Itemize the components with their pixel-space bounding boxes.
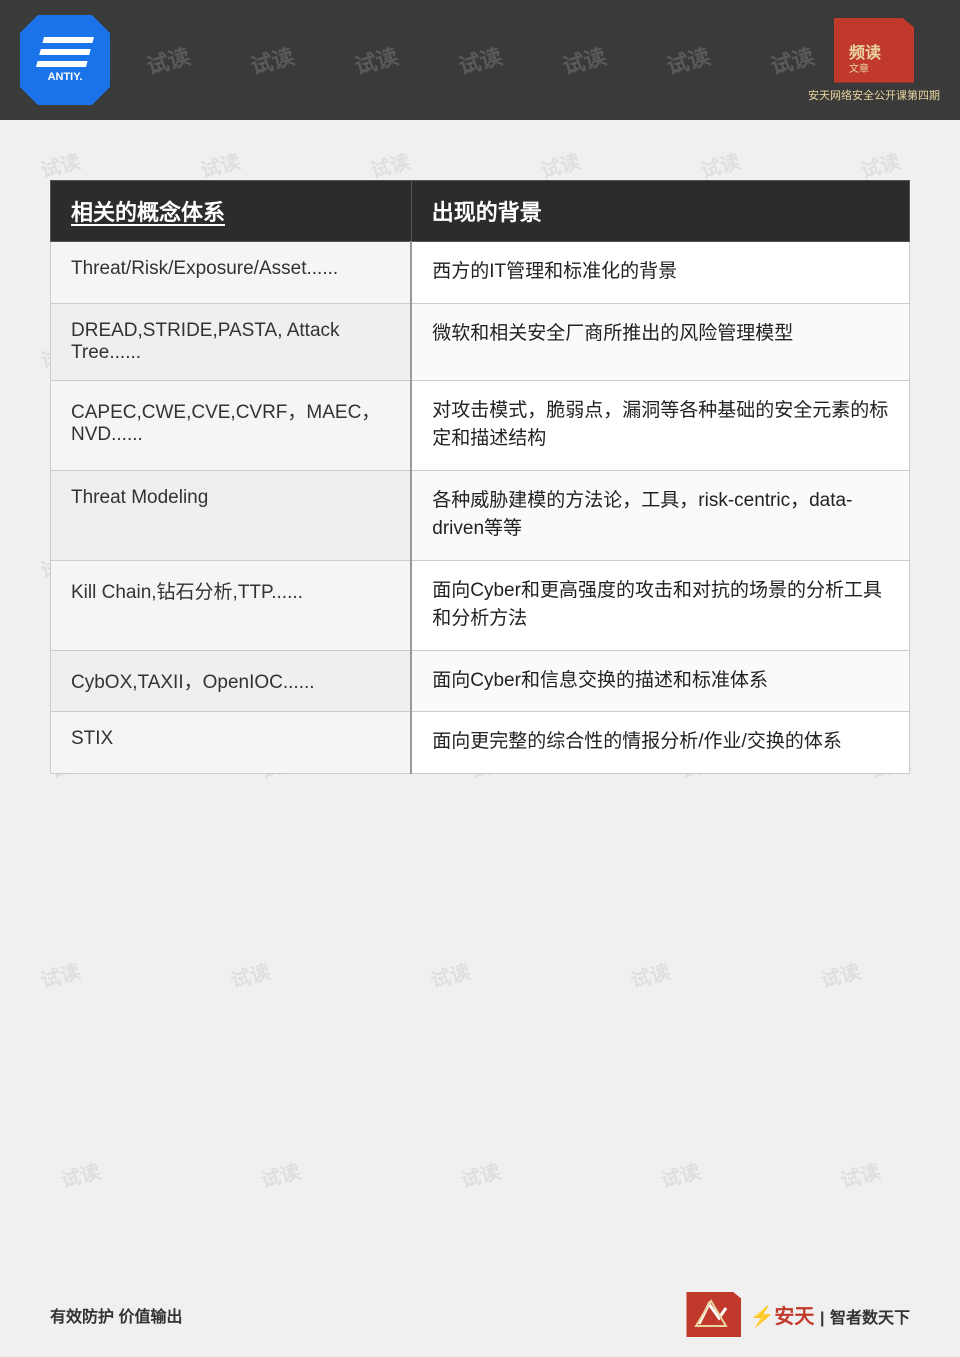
watermark-2: 试读 [247,39,298,81]
table-cell-left-3: Threat Modeling [51,470,412,560]
footer-logo-texts: ⚡安天 | 智者数天下 [749,1300,910,1329]
logo-line-1 [42,37,94,43]
footer-logo-icon [686,1292,741,1337]
body-wm-22: 试读 [37,955,83,993]
concept-table: 相关的概念体系 出现的背景 Threat/Risk/Exposure/Asset… [50,180,910,774]
table-header-row: 相关的概念体系 出现的背景 [51,181,910,242]
table-row: STIX面向更完整的综合性的情报分析/作业/交换的体系 [51,712,910,774]
table-cell-left-1: DREAD,STRIDE,PASTA, Attack Tree...... [51,303,412,380]
body-wm-30: 试读 [657,1155,703,1193]
header: ANTIY. 试读 试读 试读 试读 试读 试读 试读 频读 文章 安天网络安全… [0,0,960,120]
body-wm-31: 试读 [837,1155,883,1193]
table-cell-right-4: 面向Cyber和更高强度的攻击和对抗的场景的分析工具和分析方法 [411,560,909,650]
header-right-text: 安天网络安全公开课第四期 [808,87,940,103]
header-right: 频读 文章 安天网络安全公开课第四期 [808,18,940,103]
footer-antiy-icon [691,1296,736,1334]
table-row: CAPEC,CWE,CVE,CVRF，MAEC，NVD......对攻击模式，脆… [51,380,910,470]
body-wm-28: 试读 [257,1155,303,1193]
watermark-6: 试读 [663,39,714,81]
main-content: 相关的概念体系 出现的背景 Threat/Risk/Exposure/Asset… [0,120,960,814]
table-cell-right-0: 西方的IT管理和标准化的背景 [411,242,909,304]
table-cell-right-5: 面向Cyber和信息交换的描述和标准体系 [411,650,909,712]
header-right-logo-box: 频读 文章 [834,18,914,83]
table-row: Threat/Risk/Exposure/Asset......西方的IT管理和… [51,242,910,304]
table-cell-right-1: 微软和相关安全厂商所推出的风险管理模型 [411,303,909,380]
body-wm-29: 试读 [457,1155,503,1193]
body-wm-24: 试读 [427,955,473,993]
body-wm-26: 试读 [817,955,863,993]
col1-header: 相关的概念体系 [51,181,412,242]
svg-text:频读: 频读 [849,43,881,62]
logo: ANTIY. [20,15,110,105]
table-row: Threat Modeling各种威胁建模的方法论，工具，risk-centri… [51,470,910,560]
table-cell-left-6: STIX [51,712,412,774]
footer-tagline: 有效防护 价值输出 [50,1303,182,1327]
logo-lines [36,37,94,67]
watermark-1: 试读 [143,39,194,81]
table-cell-left-2: CAPEC,CWE,CVE,CVRF，MAEC，NVD...... [51,380,412,470]
body-wm-27: 试读 [57,1155,103,1193]
table-cell-right-3: 各种威胁建模的方法论，工具，risk-centric，data-driven等等 [411,470,909,560]
table-cell-right-6: 面向更完整的综合性的情报分析/作业/交换的体系 [411,712,909,774]
antiy-icon: 频读 文章 [844,28,904,73]
svg-text:文章: 文章 [849,62,869,73]
table-cell-left-0: Threat/Risk/Exposure/Asset...... [51,242,412,304]
footer: 有效防护 价值输出 ⚡安天 | 智者数天下 [0,1292,960,1337]
col2-header: 出现的背景 [411,181,909,242]
logo-line-3 [36,61,88,67]
watermark-4: 试读 [455,39,506,81]
footer-logo: ⚡安天 | 智者数天下 [686,1292,910,1337]
footer-logo-name: ⚡安天 | 智者数天下 [749,1300,910,1329]
logo-text: ANTIY. [48,71,83,83]
table-row: DREAD,STRIDE,PASTA, Attack Tree......微软和… [51,303,910,380]
table-row: Kill Chain,钻石分析,TTP......面向Cyber和更高强度的攻击… [51,560,910,650]
table-cell-left-4: Kill Chain,钻石分析,TTP...... [51,560,412,650]
table-cell-right-2: 对攻击模式，脆弱点，漏洞等各种基础的安全元素的标定和描述结构 [411,380,909,470]
body-wm-23: 试读 [227,955,273,993]
table-cell-left-5: CybOX,TAXII，OpenIOC...... [51,650,412,712]
logo-line-2 [39,49,91,55]
watermark-5: 试读 [559,39,610,81]
watermark-3: 试读 [351,39,402,81]
body-wm-25: 试读 [627,955,673,993]
table-row: CybOX,TAXII，OpenIOC......面向Cyber和信息交换的描述… [51,650,910,712]
